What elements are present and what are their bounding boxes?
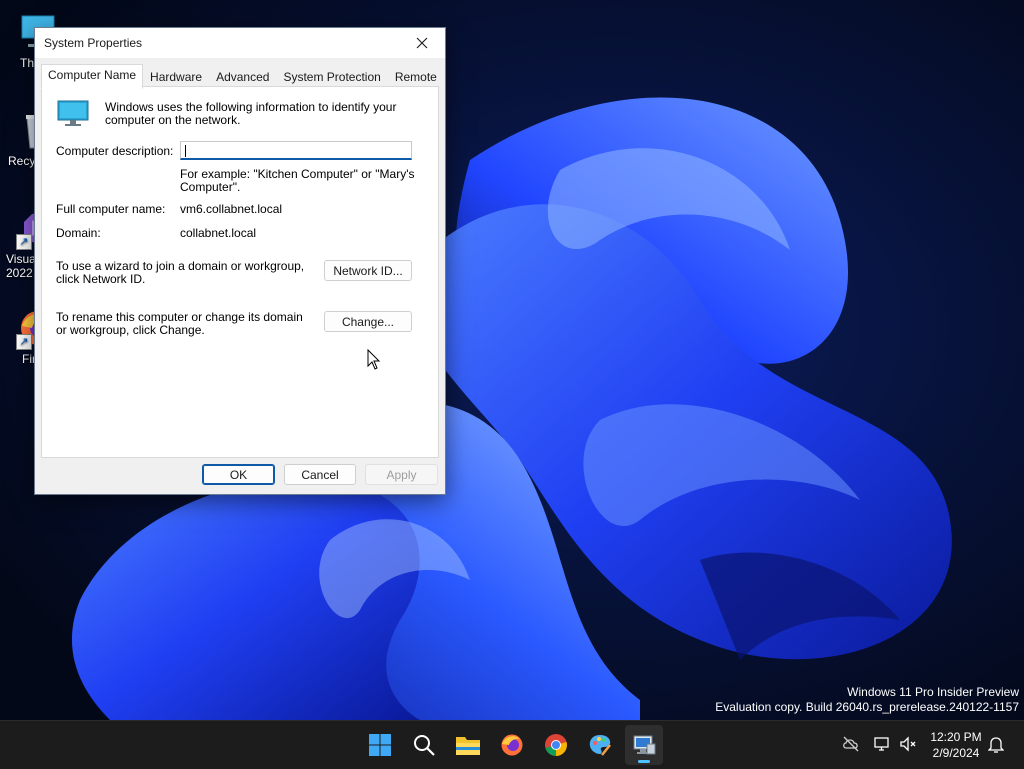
- ok-button[interactable]: OK: [202, 464, 275, 485]
- domain-label: Domain:: [56, 226, 101, 240]
- shortcut-arrow-icon: ↗: [16, 334, 32, 350]
- tab-strip: Computer Name Hardware Advanced System P…: [41, 64, 444, 89]
- change-button[interactable]: Change...: [324, 311, 412, 332]
- computer-name-panel: Windows uses the following information t…: [41, 86, 439, 458]
- close-icon: [416, 37, 428, 49]
- watermark-line-2: Evaluation copy. Build 26040.rs_prerelea…: [715, 700, 1019, 714]
- network-icon: [874, 737, 889, 751]
- start-icon: [369, 734, 391, 756]
- tab-computer-name[interactable]: Computer Name: [41, 64, 144, 89]
- domain-value: collabnet.local: [180, 226, 257, 240]
- volume-muted-icon: [900, 736, 916, 752]
- taskbar-chrome[interactable]: [537, 725, 575, 765]
- watermark-line-1: Windows 11 Pro Insider Preview: [847, 685, 1019, 699]
- cancel-button[interactable]: Cancel: [284, 464, 356, 485]
- taskbar-clock[interactable]: 12:20 PM 2/9/2024: [926, 729, 986, 761]
- tab-remote[interactable]: Remote: [388, 66, 444, 88]
- title-bar[interactable]: System Properties: [35, 28, 445, 58]
- change-text: To rename this computer or change its do…: [56, 310, 303, 337]
- cloud-offline-icon: [843, 736, 859, 752]
- taskbar: 12:20 PM 2/9/2024: [0, 720, 1024, 769]
- full-computer-name-label: Full computer name:: [56, 202, 166, 216]
- desktop-icon-label: Recy: [8, 154, 36, 168]
- system-properties-icon: [633, 735, 656, 755]
- info-text: Windows uses the following information t…: [105, 100, 397, 127]
- taskbar-firefox[interactable]: [493, 725, 531, 765]
- network-id-text: To use a wizard to join a domain or work…: [56, 259, 305, 286]
- paint-icon: [589, 735, 611, 756]
- clock-time: 12:20 PM: [930, 730, 982, 744]
- example-text: For example: "Kitchen Computer" or "Mary…: [180, 167, 415, 194]
- full-computer-name-value: vm6.collabnet.local: [180, 202, 283, 216]
- search-icon: [414, 735, 435, 756]
- evaluation-watermark: Windows 11 Pro Insider Preview Evaluatio…: [715, 685, 1019, 715]
- active-app-indicator: [638, 760, 650, 763]
- close-button[interactable]: [399, 28, 445, 58]
- computer-monitor-icon: [57, 100, 89, 131]
- start-button[interactable]: [361, 725, 399, 765]
- tray-volume[interactable]: [899, 735, 917, 756]
- tab-system-protection[interactable]: System Protection: [276, 66, 387, 88]
- network-id-button[interactable]: Network ID...: [324, 260, 412, 281]
- apply-button[interactable]: Apply: [365, 464, 438, 485]
- tab-hardware[interactable]: Hardware: [143, 66, 209, 88]
- taskbar-search-button[interactable]: [405, 725, 443, 765]
- taskbar-file-explorer[interactable]: [449, 725, 487, 765]
- system-properties-dialog: System Properties Computer Name Hardware…: [34, 27, 446, 495]
- taskbar-system-properties[interactable]: [625, 725, 663, 765]
- desktop-icon-label: Th: [20, 56, 35, 70]
- bell-icon: [987, 737, 1005, 753]
- taskbar-paint[interactable]: [581, 725, 619, 765]
- tray-network-offline[interactable]: [842, 735, 860, 756]
- chrome-icon: [545, 734, 567, 756]
- tray-network[interactable]: [873, 735, 891, 756]
- computer-description-input[interactable]: [180, 141, 412, 160]
- file-explorer-icon: [456, 737, 480, 755]
- tray-notifications[interactable]: [987, 736, 1005, 757]
- clock-date: 2/9/2024: [932, 746, 980, 760]
- shortcut-arrow-icon: ↗: [16, 234, 32, 250]
- computer-description-label: Computer description:: [56, 144, 174, 158]
- dialog-title: System Properties: [44, 36, 143, 50]
- firefox-icon: [501, 734, 523, 756]
- mouse-pointer-icon: [367, 348, 381, 374]
- tab-advanced[interactable]: Advanced: [209, 66, 276, 88]
- text-caret: [185, 145, 186, 157]
